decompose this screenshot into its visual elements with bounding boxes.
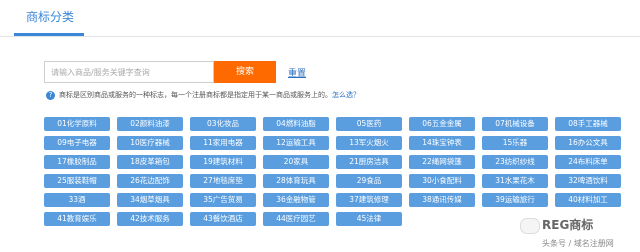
category-button[interactable]: 22绳网袋篷 bbox=[409, 155, 475, 169]
category-button[interactable]: 18皮革箱包 bbox=[117, 155, 183, 169]
how-to-choose-link[interactable]: 怎么选？ bbox=[332, 91, 360, 99]
category-button[interactable]: 31水果花木 bbox=[482, 174, 548, 188]
category-button[interactable]: 17橡胶制品 bbox=[44, 155, 110, 169]
category-button[interactable]: 10医疗器械 bbox=[117, 136, 183, 150]
category-button[interactable]: 24布料床单 bbox=[555, 155, 621, 169]
category-button[interactable]: 29食品 bbox=[336, 174, 402, 188]
search-input[interactable] bbox=[44, 61, 214, 83]
info-row: ? 商标是区别商品或服务的一种标志，每一个注册商标都是指定用于某一商品或服务上的。… bbox=[46, 90, 360, 100]
category-button[interactable]: 04燃料油脂 bbox=[263, 117, 329, 131]
category-button[interactable]: 32啤酒饮料 bbox=[555, 174, 621, 188]
reset-link[interactable]: 重置 bbox=[288, 66, 306, 79]
category-button[interactable]: 01化学原料 bbox=[44, 117, 110, 131]
category-button[interactable]: 15乐器 bbox=[482, 136, 548, 150]
category-button[interactable]: 08手工器械 bbox=[555, 117, 621, 131]
info-text: 商标是区别商品或服务的一种标志，每一个注册商标都是指定用于某一商品或服务上的。 bbox=[59, 91, 332, 99]
category-button[interactable]: 03化妆品 bbox=[190, 117, 256, 131]
category-button[interactable]: 33酒 bbox=[44, 193, 110, 207]
category-button[interactable]: 05医药 bbox=[336, 117, 402, 131]
category-button[interactable]: 11家用电器 bbox=[190, 136, 256, 150]
watermark: REG商标 头条号 / 域名注册网 bbox=[520, 216, 636, 250]
category-button[interactable]: 20家具 bbox=[263, 155, 329, 169]
category-button[interactable]: 02颜料油漆 bbox=[117, 117, 183, 131]
category-button[interactable]: 06五金金属 bbox=[409, 117, 475, 131]
category-button[interactable]: 25服装鞋帽 bbox=[44, 174, 110, 188]
category-button[interactable]: 40材料加工 bbox=[555, 193, 621, 207]
category-button[interactable]: 34烟草烟具 bbox=[117, 193, 183, 207]
wechat-logo-icon bbox=[520, 218, 540, 234]
category-button[interactable]: 39运输旅行 bbox=[482, 193, 548, 207]
category-button[interactable]: 30小食配料 bbox=[409, 174, 475, 188]
top-bar: 商标分类 bbox=[0, 0, 640, 37]
category-button[interactable]: 45法律 bbox=[336, 212, 402, 226]
category-button[interactable]: 13军火烟火 bbox=[336, 136, 402, 150]
category-button[interactable]: 44医疗园艺 bbox=[263, 212, 329, 226]
question-icon: ? bbox=[46, 90, 55, 100]
category-button[interactable]: 09电子电器 bbox=[44, 136, 110, 150]
category-button[interactable]: 07机械设备 bbox=[482, 117, 548, 131]
category-button[interactable]: 42技术服务 bbox=[117, 212, 183, 226]
category-button[interactable]: 16办公文具 bbox=[555, 136, 621, 150]
search-button[interactable]: 搜索 bbox=[214, 61, 276, 83]
category-button[interactable]: 19建筑材料 bbox=[190, 155, 256, 169]
category-button[interactable]: 38通讯传媒 bbox=[409, 193, 475, 207]
category-button[interactable]: 36金融物管 bbox=[263, 193, 329, 207]
active-tab-indicator bbox=[14, 33, 84, 36]
category-button[interactable]: 26花边配饰 bbox=[117, 174, 183, 188]
category-button[interactable]: 35广告贸易 bbox=[190, 193, 256, 207]
watermark-brand: REG商标 bbox=[542, 218, 594, 232]
category-button[interactable]: 28体育玩具 bbox=[263, 174, 329, 188]
category-button[interactable]: 27地毯席垫 bbox=[190, 174, 256, 188]
category-button[interactable]: 43餐饮酒店 bbox=[190, 212, 256, 226]
category-button[interactable]: 23纺织纱线 bbox=[482, 155, 548, 169]
category-button[interactable]: 37建筑修理 bbox=[336, 193, 402, 207]
watermark-sub: 头条号 / 域名注册网 bbox=[542, 239, 614, 248]
category-button[interactable]: 41教育娱乐 bbox=[44, 212, 110, 226]
tab-trademark-classification[interactable]: 商标分类 bbox=[26, 8, 74, 25]
category-button[interactable]: 21厨房洁具 bbox=[336, 155, 402, 169]
category-button[interactable]: 12运输工具 bbox=[263, 136, 329, 150]
category-button[interactable]: 14珠宝钟表 bbox=[409, 136, 475, 150]
